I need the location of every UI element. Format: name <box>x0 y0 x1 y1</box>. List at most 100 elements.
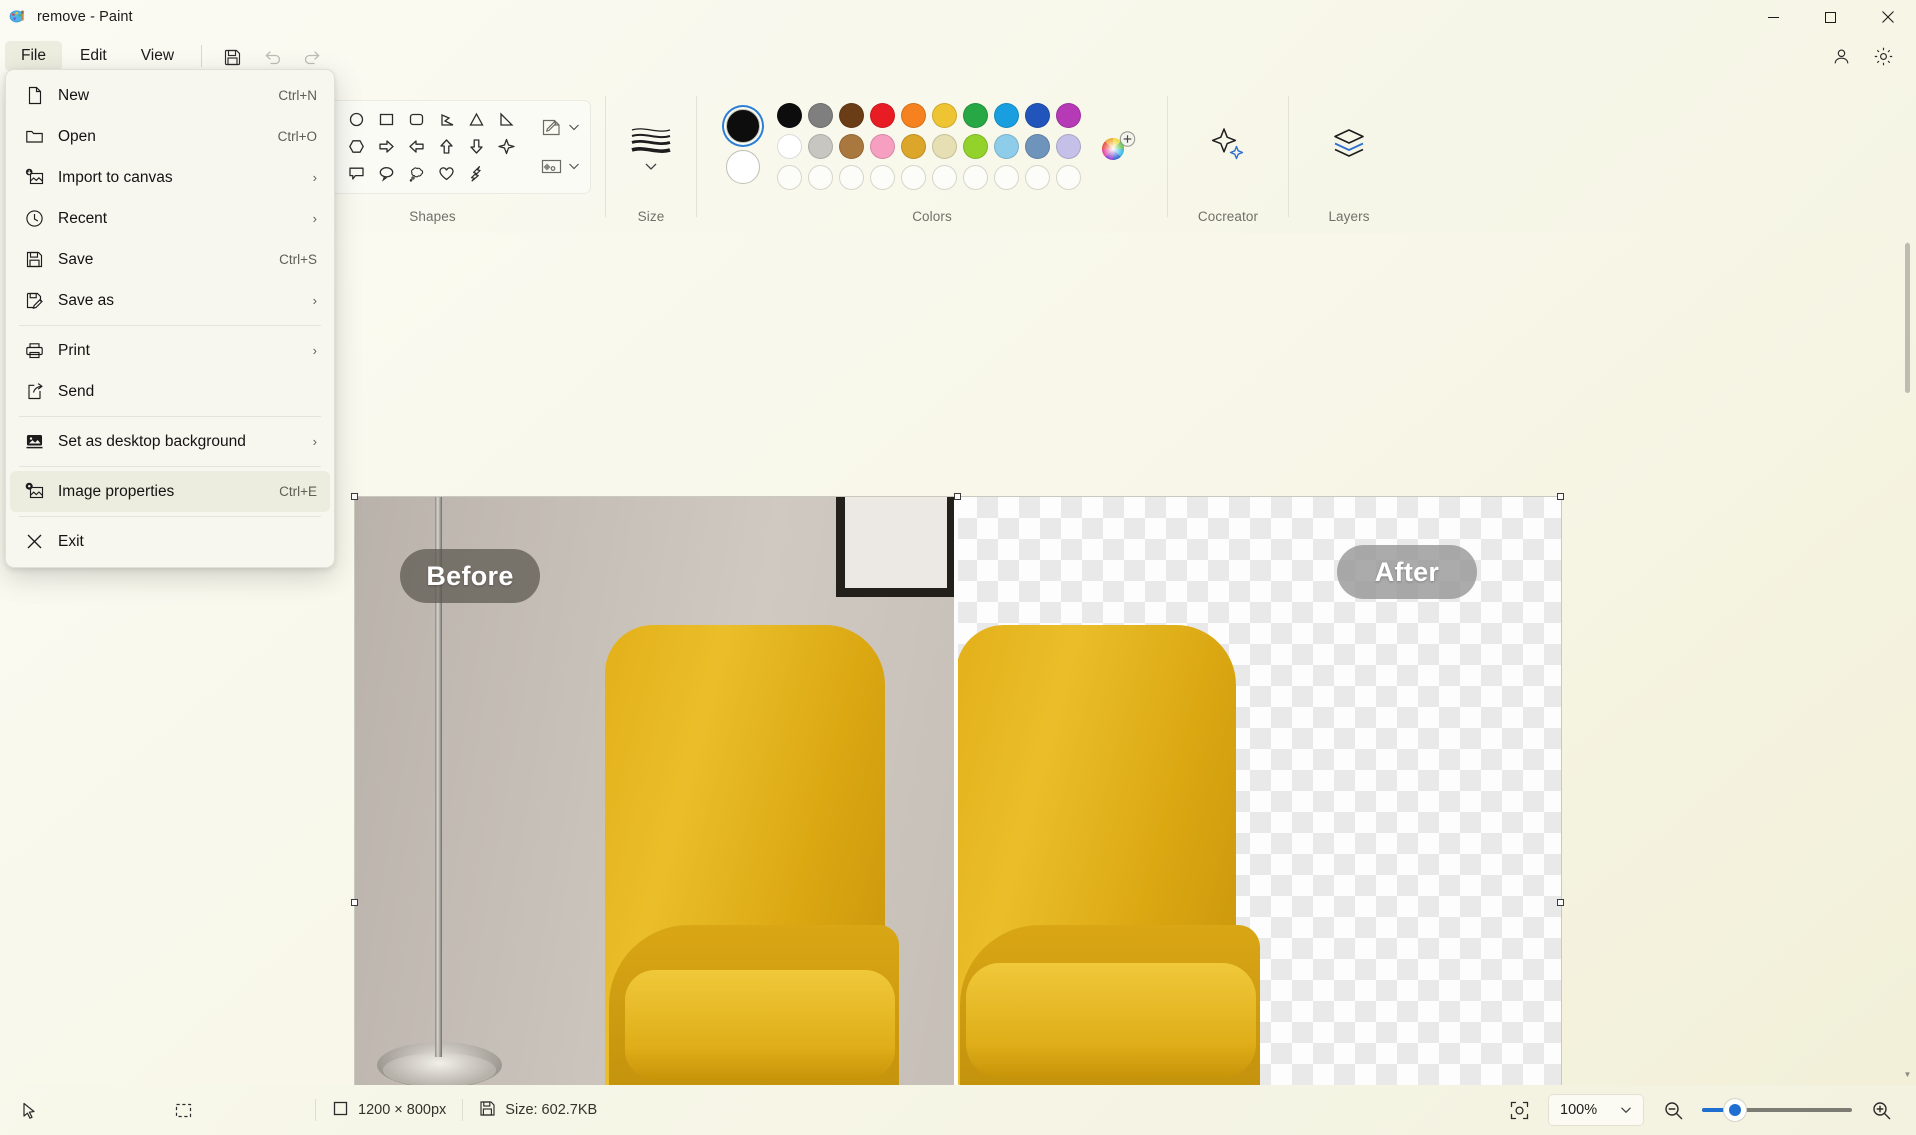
palette-swatch-1-8[interactable] <box>994 103 1019 128</box>
zoom-slider-thumb[interactable] <box>1724 1099 1746 1121</box>
file-menu-item-send[interactable]: Send <box>10 371 330 412</box>
down-arrow-shape[interactable] <box>462 134 491 160</box>
menu-file[interactable]: File <box>5 41 62 71</box>
account-icon[interactable] <box>1822 40 1860 72</box>
fill-dropdown[interactable] <box>537 152 583 181</box>
palette-swatch-3-8[interactable] <box>994 165 1019 190</box>
palette-swatch-3-4[interactable] <box>870 165 895 190</box>
file-menu-item-recent[interactable]: Recent › <box>10 198 330 239</box>
palette-swatch-3-2[interactable] <box>808 165 833 190</box>
menu-edit[interactable]: Edit <box>64 41 123 71</box>
file-menu-accel: Ctrl+O <box>277 129 317 144</box>
file-menu-item-open[interactable]: Open Ctrl+O <box>10 116 330 157</box>
printer-icon <box>21 341 47 360</box>
canvas-image[interactable]: Before After <box>354 496 1562 1085</box>
outline-dropdown[interactable] <box>537 113 583 142</box>
palette-swatch-3-10[interactable] <box>1056 165 1081 190</box>
palette-swatch-3-3[interactable] <box>839 165 864 190</box>
selection-handle-w[interactable] <box>351 899 358 906</box>
chevron-right-icon: › <box>312 343 317 358</box>
palette-swatch-1-1[interactable] <box>777 103 802 128</box>
selection-handle-ne[interactable] <box>1557 493 1564 500</box>
file-menu-item-print[interactable]: Print › <box>10 330 330 371</box>
fit-to-window-icon[interactable] <box>1502 1093 1536 1127</box>
lightning-shape[interactable] <box>462 161 491 187</box>
menu-view[interactable]: View <box>125 41 190 71</box>
palette-swatch-2-1[interactable] <box>777 134 802 159</box>
palette-swatch-3-1[interactable] <box>777 165 802 190</box>
palette-swatch-2-10[interactable] <box>1056 134 1081 159</box>
four-point-star-shape[interactable] <box>492 134 521 160</box>
file-menu-item-import-to-canvas[interactable]: Import to canvas › <box>10 157 330 198</box>
palette-swatch-1-6[interactable] <box>932 103 957 128</box>
maximize-button[interactable] <box>1802 0 1859 34</box>
palette-swatch-1-4[interactable] <box>870 103 895 128</box>
palette-swatch-1-7[interactable] <box>963 103 988 128</box>
canvas-vertical-scrollbar[interactable]: ▲ ▼ <box>1901 237 1914 1081</box>
zoom-slider[interactable] <box>1702 1099 1852 1121</box>
palette-swatch-2-4[interactable] <box>870 134 895 159</box>
file-menu-item-set-as-desktop-background[interactable]: Set as desktop background › <box>10 421 330 462</box>
file-menu-item-exit[interactable]: Exit <box>10 521 330 562</box>
palette-swatch-3-9[interactable] <box>1025 165 1050 190</box>
brush-size-button[interactable] <box>619 118 683 176</box>
zoom-out-icon[interactable] <box>1656 1093 1690 1127</box>
zoom-level-select[interactable]: 100% <box>1548 1094 1644 1126</box>
palette-swatch-3-5[interactable] <box>901 165 926 190</box>
file-menu-item-save[interactable]: Save Ctrl+S <box>10 239 330 280</box>
clock-icon <box>21 209 47 228</box>
palette-swatch-1-9[interactable] <box>1025 103 1050 128</box>
current-colors <box>726 109 760 184</box>
oval-shape[interactable] <box>342 107 371 133</box>
selection-handle-n[interactable] <box>954 493 961 500</box>
undo-icon[interactable] <box>253 40 291 72</box>
zoom-in-icon[interactable] <box>1864 1093 1898 1127</box>
up-arrow-shape[interactable] <box>432 134 461 160</box>
selection-handle-nw[interactable] <box>351 493 358 500</box>
save-icon[interactable] <box>213 40 251 72</box>
triangle-shape[interactable] <box>462 107 491 133</box>
rectangle-shape[interactable] <box>372 107 401 133</box>
palette-swatch-2-5[interactable] <box>901 134 926 159</box>
rounded-callout-shape[interactable] <box>372 161 401 187</box>
file-menu-dropdown: New Ctrl+N Open Ctrl+O Import to canvas … <box>5 69 335 568</box>
palette-swatch-2-3[interactable] <box>839 134 864 159</box>
right-triangle-shape[interactable] <box>492 107 521 133</box>
scroll-down-arrow-icon[interactable]: ▼ <box>1901 1067 1914 1081</box>
secondary-color-swatch[interactable] <box>726 150 760 184</box>
palette-swatch-2-9[interactable] <box>1025 134 1050 159</box>
palette-swatch-1-5[interactable] <box>901 103 926 128</box>
hexagon-shape[interactable] <box>342 134 371 160</box>
selection-handle-e[interactable] <box>1557 899 1564 906</box>
palette-swatch-3-7[interactable] <box>963 165 988 190</box>
palette-swatch-1-2[interactable] <box>808 103 833 128</box>
minimize-button[interactable] <box>1745 0 1802 34</box>
heart-shape[interactable] <box>432 161 461 187</box>
file-menu-item-new[interactable]: New Ctrl+N <box>10 75 330 116</box>
primary-color-swatch[interactable] <box>726 109 760 143</box>
palette-swatch-2-6[interactable] <box>932 134 957 159</box>
palette-swatch-1-3[interactable] <box>839 103 864 128</box>
cocreator-button[interactable] <box>1207 123 1249 170</box>
palette-swatch-1-10[interactable] <box>1056 103 1081 128</box>
file-menu-item-save-as[interactable]: Save as › <box>10 280 330 321</box>
palette-swatch-2-2[interactable] <box>808 134 833 159</box>
ribbon-label-size: Size <box>637 209 665 224</box>
chevron-right-icon: › <box>312 293 317 308</box>
file-menu-item-image-properties[interactable]: Image properties Ctrl+E <box>10 471 330 512</box>
left-arrow-shape[interactable] <box>402 134 431 160</box>
color-wheel-add-icon[interactable] <box>1098 127 1138 167</box>
rectangular-callout-shape[interactable] <box>342 161 371 187</box>
polygon-shape[interactable] <box>432 107 461 133</box>
close-button[interactable] <box>1859 0 1916 34</box>
cloud-callout-shape[interactable] <box>402 161 431 187</box>
palette-swatch-2-8[interactable] <box>994 134 1019 159</box>
right-arrow-shape[interactable] <box>372 134 401 160</box>
rounded-rectangle-shape[interactable] <box>402 107 431 133</box>
palette-swatch-2-7[interactable] <box>963 134 988 159</box>
palette-swatch-3-6[interactable] <box>932 165 957 190</box>
redo-icon[interactable] <box>293 40 331 72</box>
layers-button[interactable] <box>1329 124 1369 169</box>
settings-gear-icon[interactable] <box>1864 40 1902 72</box>
scrollbar-thumb[interactable] <box>1905 243 1910 393</box>
